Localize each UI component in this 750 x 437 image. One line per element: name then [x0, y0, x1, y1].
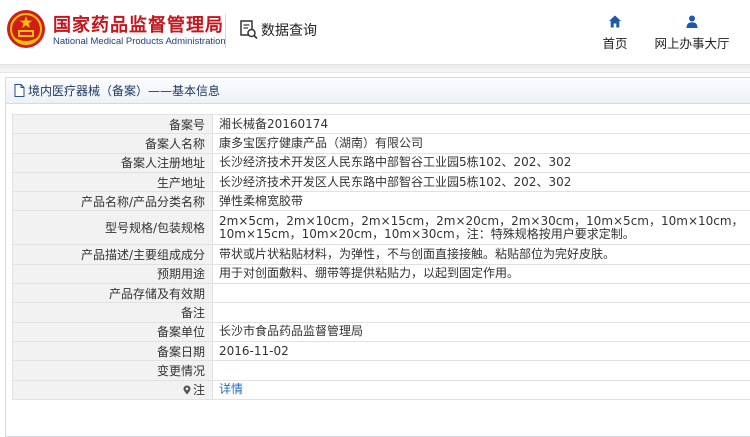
national-emblem-icon[interactable] [6, 9, 46, 49]
field-value: 长沙经济技术开发区人民东路中部智谷工业园5栋102、202、302 [213, 172, 750, 191]
site-header: 国家药品监督管理局 National Medical Products Admi… [0, 0, 750, 64]
field-label: 备案日期 [13, 341, 213, 360]
table-row: 备案号 湘长械备20160174 [13, 115, 750, 134]
table-row: 备案单位 长沙市食品药品监督管理局 [13, 322, 750, 341]
site-name-en[interactable]: National Medical Products Administration [53, 36, 226, 47]
field-label: 产品存储及有效期 [13, 284, 213, 303]
table-row: 型号规格/包装规格 2m×5cm，2m×10cm，2m×15cm，2m×20cm… [13, 211, 750, 245]
field-label: 备注 [13, 303, 213, 322]
field-label: 备案单位 [13, 322, 213, 341]
table-row: 生产地址 长沙经济技术开发区人民东路中部智谷工业园5栋102、202、302 [13, 172, 750, 191]
field-value: 弹性柔棉宽胶带 [213, 192, 750, 211]
table-row: 备注 [13, 303, 750, 322]
field-value [213, 303, 750, 322]
nav-online-service-hall-label: 网上办事大厅 [654, 36, 729, 51]
nav-home-label: 首页 [602, 36, 627, 51]
table-row: 产品存储及有效期 [13, 284, 750, 303]
document-icon [14, 84, 25, 97]
panel-title-text: 境内医疗器械（备案）——基本信息 [28, 78, 220, 104]
field-value: 用于对创面敷料、绷带等提供粘贴力，以起到固定作用。 [213, 264, 750, 283]
home-icon [608, 14, 622, 29]
header-separator [225, 14, 226, 48]
table-row: 预期用途 用于对创面敷料、绷带等提供粘贴力，以起到固定作用。 [13, 264, 750, 283]
panel-title: 境内医疗器械（备案）——基本信息 [6, 78, 750, 104]
nav-online-service-hall[interactable]: 网上办事大厅 [652, 14, 732, 52]
field-label: 备案人名称 [13, 134, 213, 153]
header-divider [0, 64, 750, 73]
field-label: 备案人注册地址 [13, 153, 213, 172]
field-value: 带状或片状粘贴材料，为弹性，不与创面直接接触。粘贴部位为完好皮肤。 [213, 245, 750, 264]
field-value: 长沙经济技术开发区人民东路中部智谷工业园5栋102、202、302 [213, 153, 750, 172]
field-label: 预期用途 [13, 264, 213, 283]
data-query-label: 数据查询 [261, 20, 317, 40]
table-row: 产品名称/产品分类名称 弹性柔棉宽胶带 [13, 192, 750, 211]
field-value [213, 284, 750, 303]
field-value: 湘长械备20160174 [213, 115, 750, 134]
field-label: 型号规格/包装规格 [13, 211, 213, 245]
basic-info-panel: 境内医疗器械（备案）——基本信息 备案号 湘长械备20160174 备案人名称 … [5, 77, 750, 437]
field-label: 产品名称/产品分类名称 [13, 192, 213, 211]
field-label: 备案号 [13, 115, 213, 134]
data-query-link[interactable]: 数据查询 [240, 20, 317, 40]
field-label: 生产地址 [13, 172, 213, 191]
site-name-cn[interactable]: 国家药品监督管理局 [53, 11, 224, 37]
field-value: 详情 [213, 380, 750, 399]
nav-home[interactable]: 首页 [600, 14, 630, 52]
field-value: 长沙市食品药品监督管理局 [213, 322, 750, 341]
table-row: 注 详情 [13, 380, 750, 399]
field-value: 2m×5cm，2m×10cm，2m×15cm，2m×20cm，2m×30cm，1… [213, 211, 750, 245]
pin-icon [183, 385, 191, 395]
details-link[interactable]: 详情 [219, 382, 243, 396]
table-row: 备案人注册地址 长沙经济技术开发区人民东路中部智谷工业园5栋102、202、30… [13, 153, 750, 172]
info-table: 备案号 湘长械备20160174 备案人名称 康多宝医疗健康产品（湖南）有限公司… [12, 114, 750, 400]
table-row: 备案日期 2016-11-02 [13, 341, 750, 360]
field-value [213, 361, 750, 380]
note-label-cell: 注 [13, 380, 213, 399]
field-label: 变更情况 [13, 361, 213, 380]
data-query-icon [240, 20, 258, 40]
field-label: 产品描述/主要组成成分 [13, 245, 213, 264]
table-row: 产品描述/主要组成成分 带状或片状粘贴材料，为弹性，不与创面直接接触。粘贴部位为… [13, 245, 750, 264]
table-row: 备案人名称 康多宝医疗健康产品（湖南）有限公司 [13, 134, 750, 153]
field-label: 注 [193, 383, 205, 397]
field-value: 康多宝医疗健康产品（湖南）有限公司 [213, 134, 750, 153]
person-icon [685, 14, 699, 29]
table-row: 变更情况 [13, 361, 750, 380]
field-value: 2016-11-02 [213, 341, 750, 360]
